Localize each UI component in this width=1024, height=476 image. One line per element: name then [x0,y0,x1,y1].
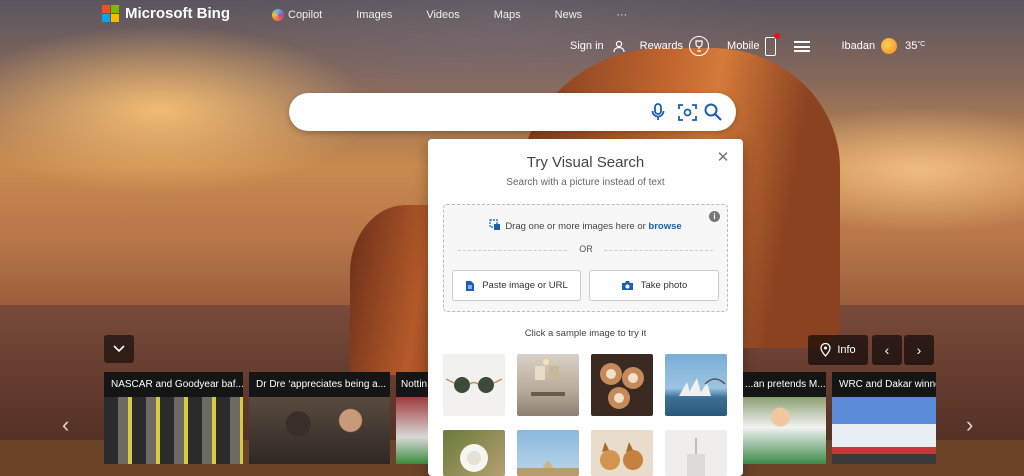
nav-more-icon[interactable]: ··· [616,9,627,21]
news-card-image [249,397,390,464]
weather-temperature: 35 [905,40,918,52]
paste-image-button[interactable]: Paste image or URL [452,270,581,301]
chevron-right-icon: › [916,342,922,358]
nav-images[interactable]: Images [356,9,392,21]
visual-search-camera-icon[interactable] [677,102,697,122]
or-divider: OR [458,244,713,256]
microphone-icon[interactable] [648,102,668,122]
location-pin-icon [820,343,831,357]
search-icon[interactable] [703,102,723,122]
copilot-icon [272,9,284,21]
news-card-title: NASCAR and Goodyear baf... [104,372,243,397]
visual-search-panel: Try Visual Search Search with a picture … [428,139,743,476]
sample-sunglasses[interactable] [443,354,505,416]
news-card-image [832,397,936,464]
next-image-button[interactable]: › [904,335,934,365]
document-icon [466,280,475,291]
news-card-image [104,397,243,464]
sample-dogs[interactable] [591,430,653,476]
brand-name: Microsoft Bing [125,5,230,22]
news-card-title: Dr Dre ‘appreciates being a... [249,372,390,397]
visual-search-subtitle: Search with a picture instead of text [506,177,665,188]
carousel-right-arrow-icon[interactable]: › [966,412,973,438]
user-icon[interactable] [612,39,626,53]
news-card[interactable]: Dr Dre ‘appreciates being a... [249,372,390,464]
carousel-left-arrow-icon[interactable]: ‹ [62,412,69,438]
microsoft-logo-icon [102,5,119,22]
news-card[interactable]: NASCAR and Goodyear baf... [104,372,243,464]
image-drop-zone[interactable]: i Drag one or more images here or browse… [443,204,728,312]
sample-sydney-opera-house[interactable] [665,354,727,416]
news-card-image [396,397,428,464]
camera-icon [621,281,633,290]
news-card-title: Nottin [396,372,428,397]
search-box [289,93,736,131]
chevron-left-icon: ‹ [884,342,890,358]
close-icon[interactable]: ✕ [716,150,730,165]
header-right: Sign in Rewards Mobile Ibadan 35 °C [570,32,926,56]
news-card[interactable]: WRC and Dakar winne [832,372,936,464]
sample-images-label: Click a sample image to try it [524,328,647,339]
mobile-link[interactable]: Mobile [727,40,759,52]
sample-white-rose[interactable] [443,430,505,476]
weather-unit: °C [917,40,926,48]
sample-white-decor[interactable] [665,430,727,476]
menu-hamburger-icon[interactable] [794,40,811,52]
sample-louvre[interactable] [517,430,579,476]
sample-latte-art[interactable] [591,354,653,416]
previous-image-button[interactable]: ‹ [872,335,902,365]
image-info-button[interactable]: Info [808,335,868,365]
nav-videos[interactable]: Videos [426,9,459,21]
news-card-title: ...an pretends M... [743,372,826,397]
search-input[interactable] [307,102,637,122]
news-card-image [743,397,826,464]
nav-maps[interactable]: Maps [494,9,521,21]
news-card-title: WRC and Dakar winne [832,372,936,397]
nav-copilot[interactable]: Copilot [272,9,322,21]
weather-location[interactable]: Ibadan [841,40,875,52]
browse-link[interactable]: browse [648,221,681,232]
nav-news[interactable]: News [555,9,583,21]
weather-sun-icon [881,38,898,54]
visual-search-title: Try Visual Search [526,154,645,171]
rewards-trophy-icon[interactable] [689,36,710,56]
collapse-feed-button[interactable] [104,335,134,363]
rewards-link[interactable]: Rewards [640,40,683,52]
drag-image-icon [489,219,501,230]
chevron-down-icon [113,345,125,353]
news-card[interactable]: Nottin [396,372,428,464]
top-nav: Copilot Images Videos Maps News ··· [272,9,661,21]
news-card[interactable]: ...an pretends M... [743,372,826,464]
mobile-phone-icon[interactable] [765,32,781,56]
bing-logo[interactable]: Microsoft Bing [102,5,230,22]
sign-in-link[interactable]: Sign in [570,40,604,52]
sample-dining-room[interactable] [517,354,579,416]
take-photo-button[interactable]: Take photo [589,270,719,301]
drop-instructions: Drag one or more images here or browse [444,219,727,232]
